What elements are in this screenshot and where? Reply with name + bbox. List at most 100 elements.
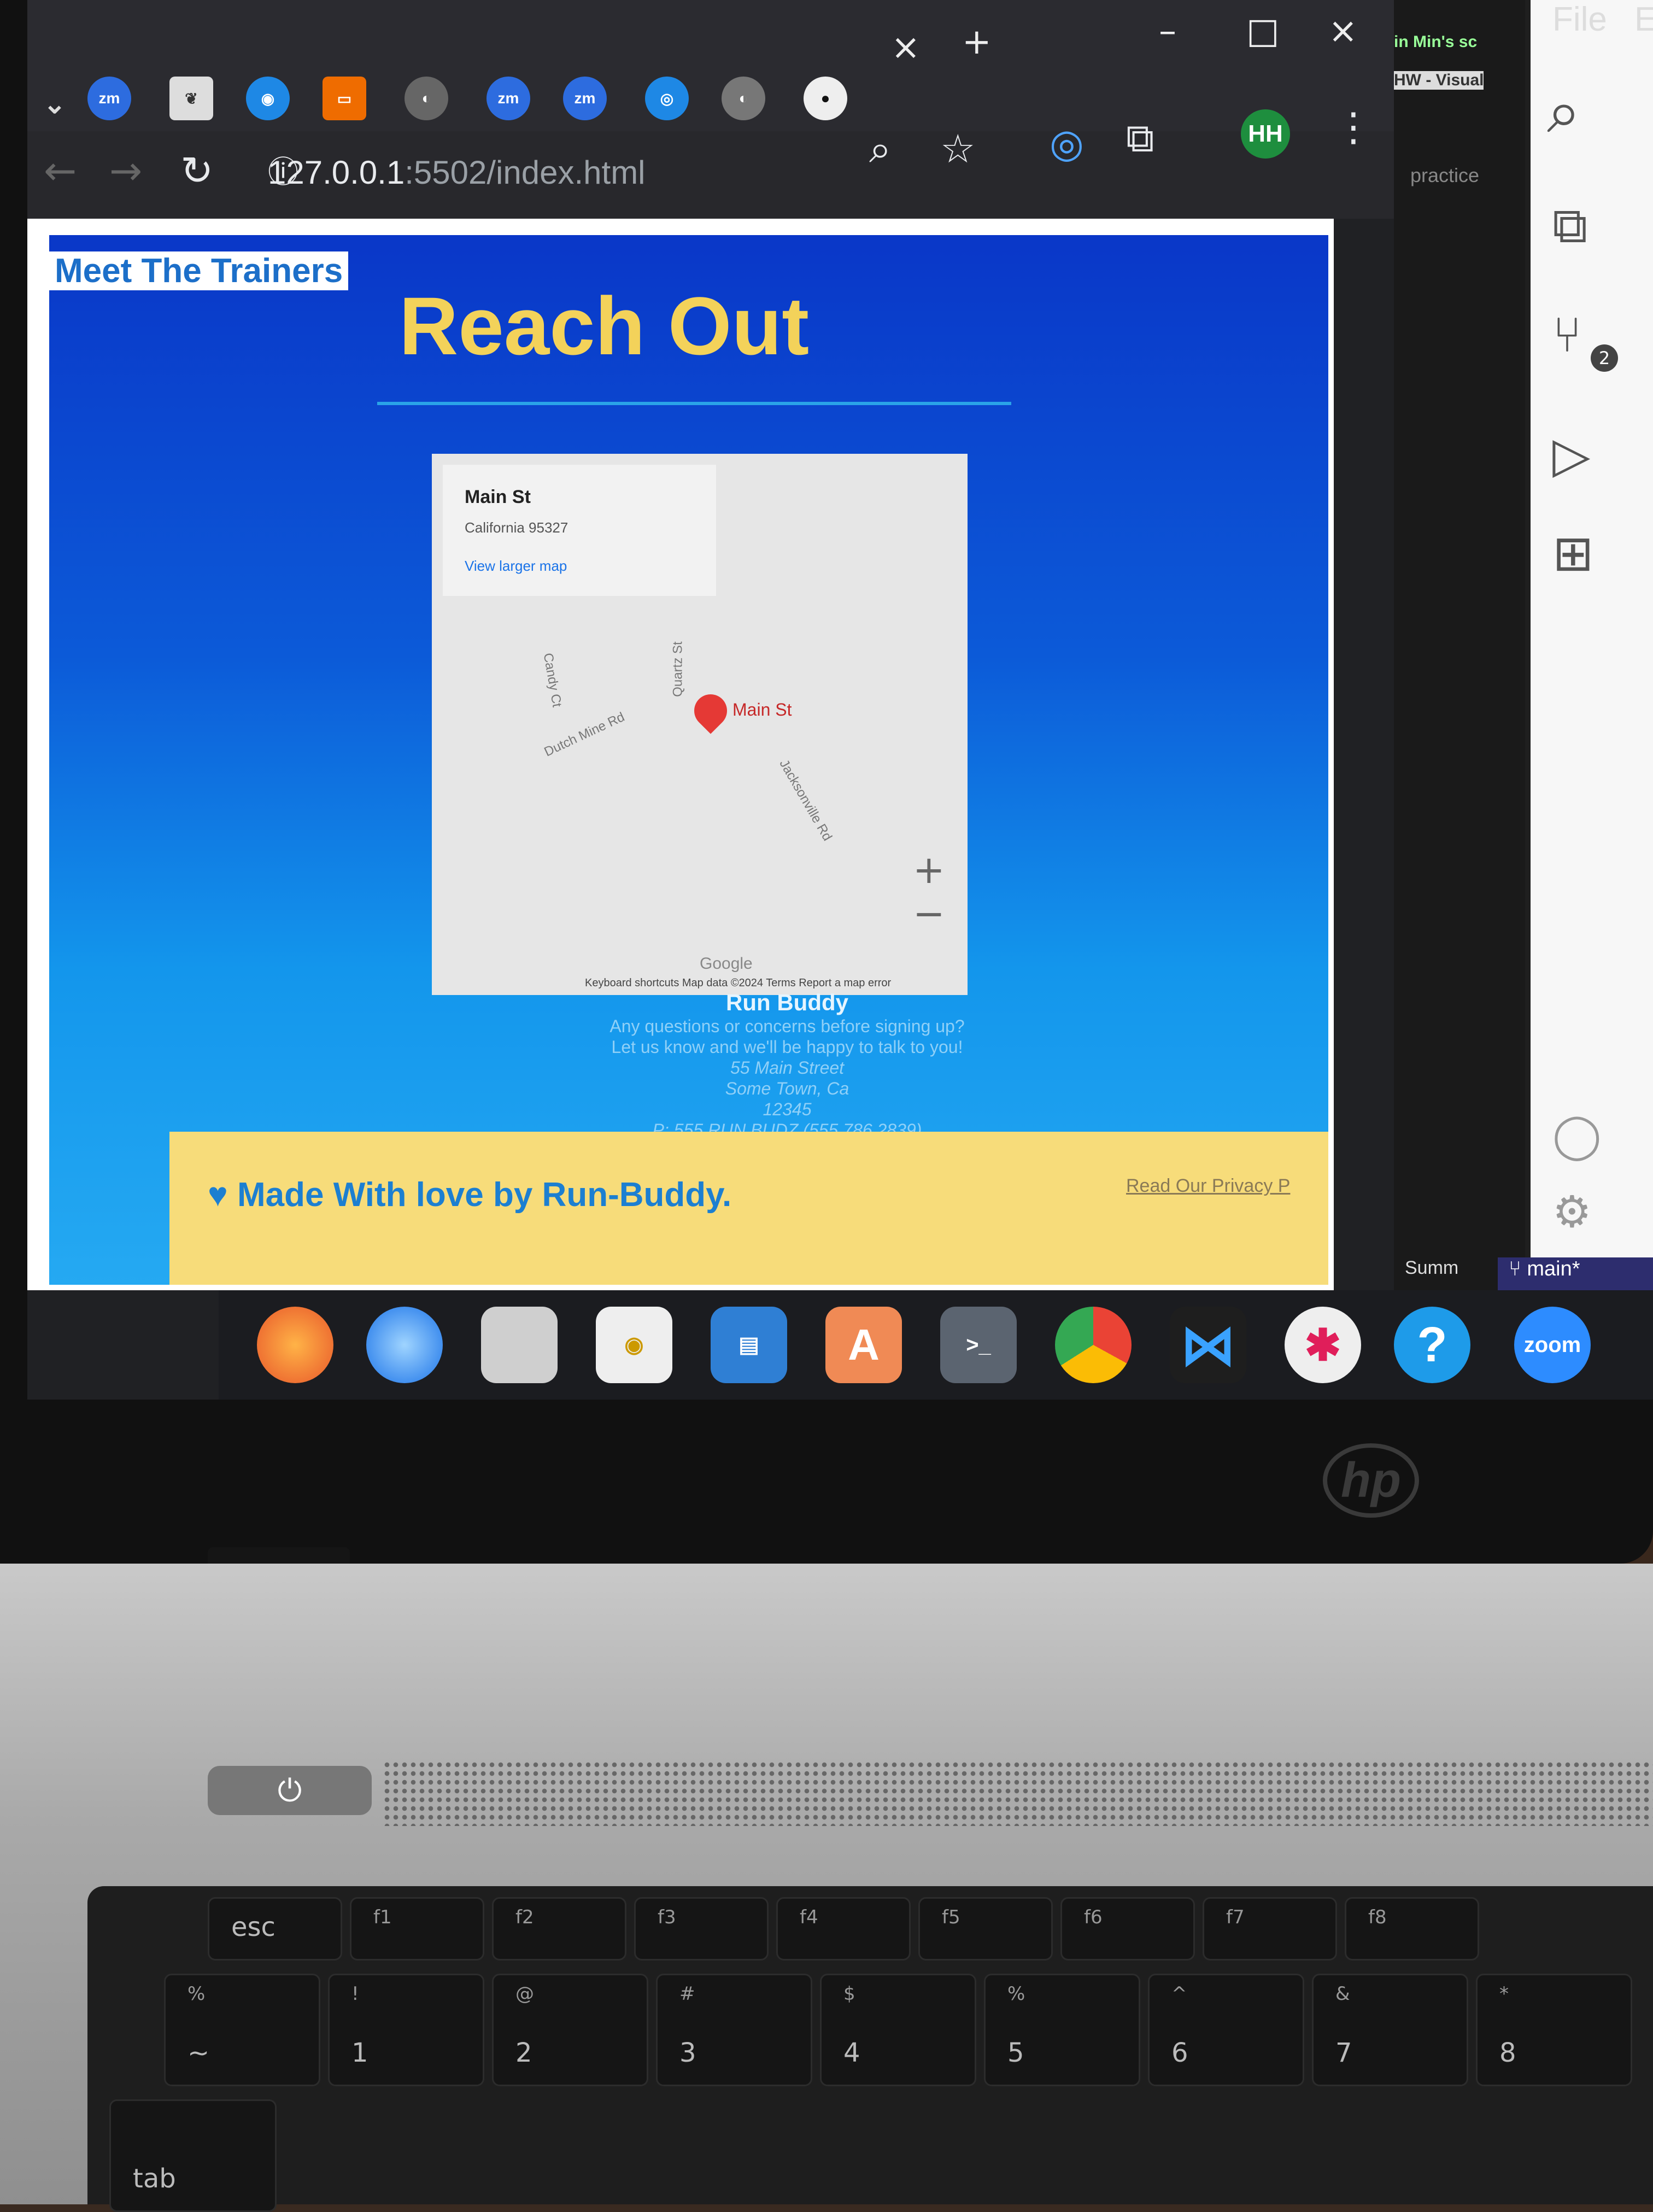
taskbar-dock: ◉ ▤ A >_ ⋈ ✱ ? zoom	[219, 1290, 1653, 1400]
url-host: 127.0.0.1	[268, 154, 405, 191]
contact-name: Run Buddy	[726, 990, 848, 1015]
power-button[interactable]: ⏻	[208, 1766, 372, 1815]
zoom-magnifier-icon[interactable]: ⌕	[869, 126, 891, 173]
contact-question-1: Any questions or concerns before signing…	[609, 1016, 965, 1036]
firefox-icon[interactable]	[257, 1307, 333, 1383]
rhythmbox-icon[interactable]: ◉	[596, 1307, 672, 1383]
key-tilde[interactable]: % ~	[164, 1974, 320, 2086]
map-place-card: Main St California 95327 View larger map	[443, 465, 716, 596]
key-tab[interactable]: tab	[109, 2099, 277, 2212]
source-control-icon[interactable]: ⑂	[1552, 306, 1582, 364]
key-3[interactable]: #3	[656, 1974, 812, 2086]
files-icon[interactable]	[481, 1307, 558, 1383]
street-label: Candy Ct	[540, 652, 565, 709]
key-f7[interactable]: f7	[1203, 1897, 1337, 1961]
plant-tab-icon[interactable]: ❦	[169, 77, 213, 120]
key-f6[interactable]: f6	[1060, 1897, 1195, 1961]
key-5[interactable]: % 5	[984, 1974, 1140, 2086]
vscode-menu-edit[interactable]: Edi	[1634, 0, 1653, 39]
globe-tab-icon[interactable]: ◐	[405, 77, 448, 120]
zoom-tab-icon-2[interactable]: zm	[486, 77, 530, 120]
tab-icon-blue[interactable]: ◎	[645, 77, 689, 120]
meet-trainers-link[interactable]: Meet The Trainers	[49, 251, 349, 290]
url-path: :5502/index.html	[405, 154, 646, 191]
map-pin-icon[interactable]	[687, 687, 734, 734]
globe-tab-icon-2[interactable]: ◐	[722, 77, 765, 120]
profile-avatar[interactable]: HH	[1241, 109, 1290, 159]
writer-icon[interactable]: ▤	[711, 1307, 787, 1383]
street-label: Quartz St	[670, 641, 685, 697]
street-label: Dutch Mine Rd	[542, 709, 627, 760]
extensions-puzzle-icon[interactable]: ⧉	[1126, 115, 1154, 162]
key-f3[interactable]: f3	[634, 1897, 769, 1961]
extensions-icon[interactable]: ⊞	[1552, 525, 1593, 582]
close-window-icon[interactable]: ×	[1328, 11, 1358, 51]
extension-icon[interactable]: ◎	[1050, 120, 1084, 166]
made-with-love-text: ♥ Made With love by Run-Buddy.	[208, 1176, 732, 1214]
key-f5[interactable]: f5	[918, 1897, 1053, 1961]
street-label: Jacksonville Rd	[776, 757, 835, 844]
key-f4[interactable]: f4	[776, 1897, 911, 1961]
close-tab-icon[interactable]: ×	[891, 27, 921, 68]
vscode-icon[interactable]: ⋈	[1170, 1307, 1246, 1383]
app-center-icon[interactable]: A	[825, 1307, 902, 1383]
vscode-menu-file[interactable]: File	[1552, 0, 1607, 39]
privacy-policy-link[interactable]: Read Our Privacy P	[1126, 1175, 1290, 1197]
zoom-tab-icon-3[interactable]: zm	[563, 77, 607, 120]
back-arrow-icon[interactable]: ←	[44, 148, 77, 194]
embedded-map[interactable]: Main St California 95327 View larger map…	[432, 454, 968, 995]
key-1[interactable]: ! 1	[328, 1974, 484, 2086]
browser-tab-strip: ⌄ zm ❦ ◉ ▭ ◐ zm zm ◎ ◐ ● × + – □ ×	[27, 0, 1394, 131]
vscode-window: in Min's sc HW - Visual practice ⌕ ⧉ ⑂ 2…	[1394, 0, 1653, 1400]
key-f1[interactable]: f1	[350, 1897, 484, 1961]
explorer-item[interactable]: practice	[1410, 164, 1479, 187]
thunderbird-icon[interactable]	[366, 1307, 443, 1383]
zoom-app-icon[interactable]: zoom	[1514, 1307, 1591, 1383]
speaker-grille	[383, 1760, 1653, 1826]
page-footer: ♥ Made With love by Run-Buddy. Read Our …	[169, 1132, 1328, 1285]
new-tab-button[interactable]: +	[962, 22, 992, 62]
chrome-icon[interactable]	[1055, 1307, 1132, 1383]
reload-icon[interactable]: ↻	[180, 148, 213, 194]
settings-gear-icon[interactable]: ⚙	[1552, 1186, 1592, 1237]
help-icon[interactable]: ?	[1394, 1307, 1470, 1383]
map-footer: Keyboard shortcuts Map data ©2024 Terms …	[585, 977, 892, 989]
map-place-address: California 95327	[465, 519, 568, 536]
vscode-tab[interactable]: HW - Visual	[1394, 71, 1484, 90]
key-2[interactable]: @2	[492, 1974, 648, 2086]
account-icon[interactable]: ◯	[1552, 1110, 1602, 1161]
zoom-tab-icon[interactable]: zm	[87, 77, 131, 120]
key-f8[interactable]: f8	[1345, 1897, 1479, 1961]
run-buddy-page: Meet The Trainers Reach Out Main St Cali…	[49, 235, 1328, 1285]
slides-tab-icon[interactable]: ▭	[323, 77, 366, 120]
browser-viewport: Meet The Trainers Reach Out Main St Cali…	[27, 219, 1334, 1290]
key-8[interactable]: * 8	[1476, 1974, 1632, 2086]
laptop-lid: ⌄ zm ❦ ◉ ▭ ◐ zm zm ◎ ◐ ● × + – □ × ← → ↻…	[0, 0, 1653, 1564]
key-7[interactable]: & 7	[1312, 1974, 1468, 2086]
explorer-files-icon[interactable]: ⧉	[1552, 197, 1587, 255]
minimize-icon[interactable]: –	[1159, 11, 1176, 51]
map-zoom-in-button[interactable]: +	[913, 847, 945, 892]
search-icon[interactable]: ⌕	[1547, 77, 1581, 148]
git-branch[interactable]: main*	[1527, 1257, 1580, 1280]
branch-icon: ⑂	[1509, 1257, 1527, 1280]
vscode-secondary-panel: in Min's sc HW - Visual practice	[1394, 0, 1525, 1400]
bookmark-star-icon[interactable]: ☆	[940, 126, 976, 172]
tab-icon[interactable]: ◉	[246, 77, 290, 120]
key-4[interactable]: $4	[820, 1974, 976, 2086]
map-zoom-out-button[interactable]: −	[913, 891, 945, 936]
map-place-title: Main St	[465, 487, 531, 507]
terminal-icon[interactable]: >_	[940, 1307, 1017, 1383]
key-6[interactable]: ^ 6	[1148, 1974, 1304, 2086]
maximize-icon[interactable]: □	[1246, 11, 1279, 51]
key-f2[interactable]: f2	[492, 1897, 626, 1961]
vscode-window-title: in Min's sc	[1394, 33, 1478, 51]
tab-search-chevron-icon[interactable]: ⌄	[33, 82, 77, 126]
github-tab-icon[interactable]: ●	[804, 77, 847, 120]
browser-menu-icon[interactable]: ⋮	[1334, 104, 1373, 150]
forward-arrow-icon[interactable]: →	[109, 148, 142, 194]
key-esc[interactable]: esc	[208, 1897, 342, 1961]
slack-icon[interactable]: ✱	[1285, 1307, 1361, 1383]
run-debug-icon[interactable]: ▷	[1552, 426, 1590, 484]
view-larger-map-link[interactable]: View larger map	[465, 558, 567, 575]
